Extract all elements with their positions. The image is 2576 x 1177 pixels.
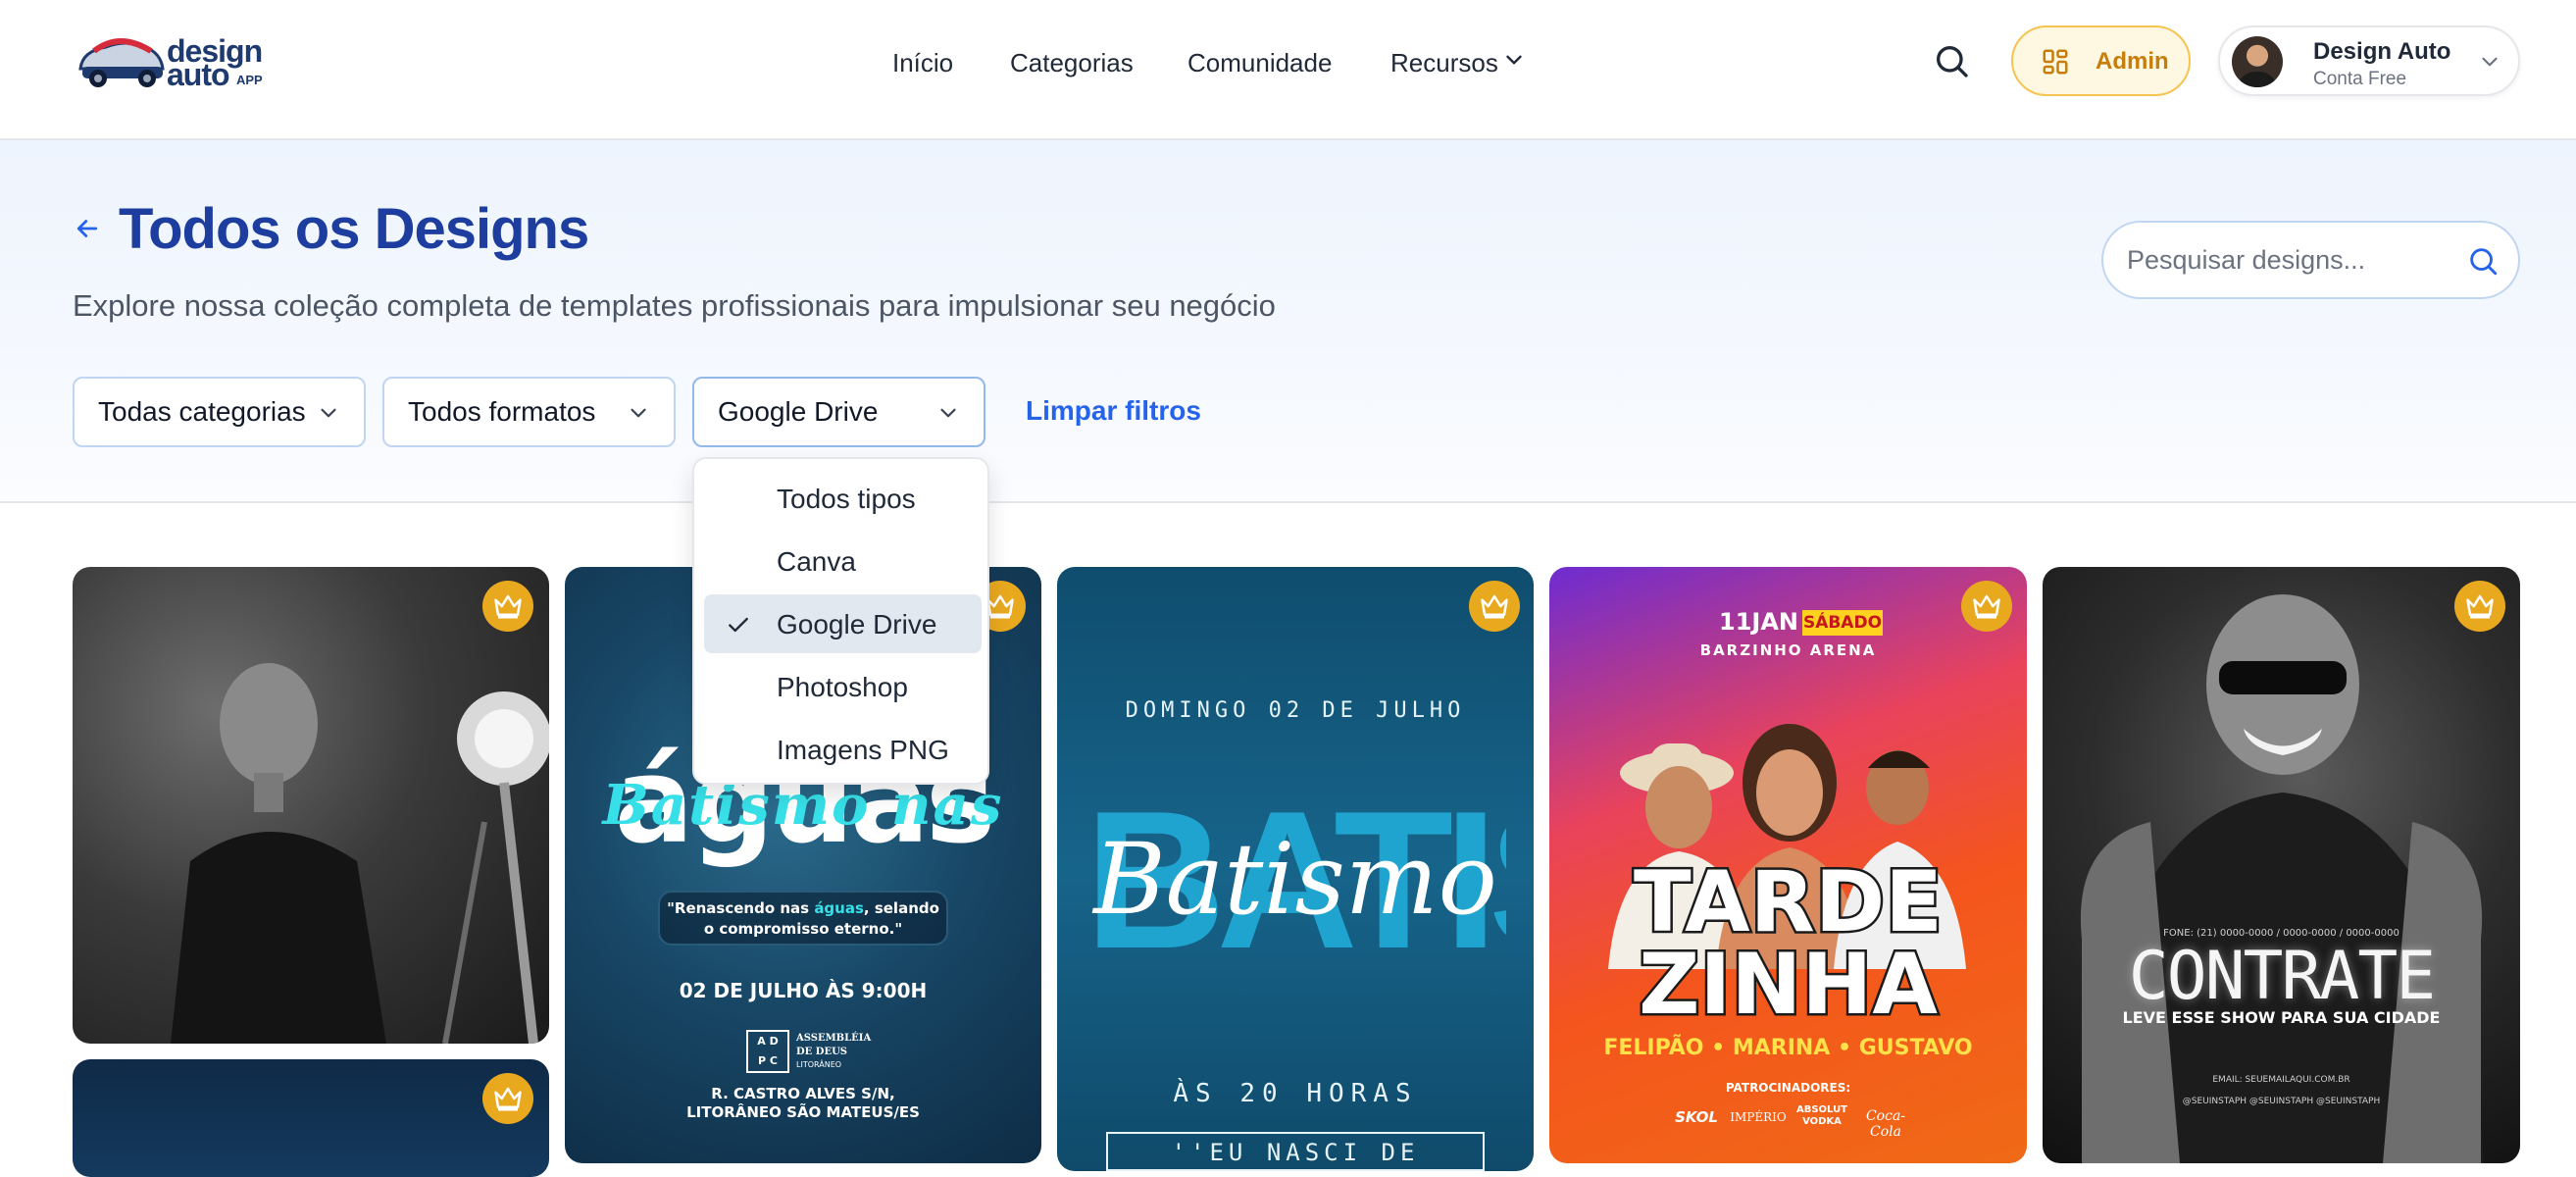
type-filter-value: Google Drive (718, 396, 879, 427)
type-filter-dropdown: Todos tipos Canva Google Drive Photoshop… (692, 457, 989, 785)
chevron-down-icon[interactable] (1501, 47, 1527, 73)
header-search-button[interactable] (1932, 41, 1971, 80)
card-script-title: Batismo (1093, 822, 1497, 937)
card-headline-line1: TARDE (1632, 853, 1945, 951)
clear-filters-link[interactable]: Limpar filtros (1026, 395, 1201, 427)
option-label: Google Drive (777, 609, 937, 640)
dropdown-option-canva[interactable]: Canva (704, 532, 982, 590)
crown-icon (494, 1087, 522, 1111)
church-subtitle: LITORÂNEO (796, 1060, 842, 1069)
card-date: 02 DE JULHO ÀS 9:00H (679, 979, 928, 1002)
card-time: ÀS 20 HORAS (1173, 1079, 1418, 1108)
crown-icon (986, 594, 1014, 619)
search-icon (1937, 46, 1968, 77)
sponsor-logo: ABSOLUT VODKA (1795, 1104, 1848, 1127)
card-email: EMAIL: SEUEMAILAQUI.COM.BR (2212, 1075, 2350, 1085)
card-headline-line2: ZINHA (1637, 936, 1941, 1034)
card-date: 11JAN (1719, 608, 1798, 636)
user-plan: Conta Free (2313, 69, 2407, 89)
check-icon (729, 617, 748, 633)
search-icon[interactable] (2466, 244, 2500, 278)
design-card[interactable]: DOMINGO 02 DE JULHO BATISMO Batismo ÀS 2… (1057, 567, 1534, 1171)
user-name: Design Auto (2313, 38, 2451, 65)
nav-link-categorias[interactable]: Categorias (1010, 43, 1134, 82)
card-social: @SEUINSTAPH @SEUINSTAPH @SEUINSTAPH (2182, 1097, 2381, 1106)
card-sponsors-label: PATROCINADORES: (1725, 1081, 1851, 1095)
premium-badge (1469, 581, 1520, 632)
card-venue: BARZINHO ARENA (1699, 641, 1877, 659)
brand-name-line2: auto (167, 57, 230, 92)
category-filter-value: Todas categorias (98, 396, 306, 427)
dropdown-option-google-drive[interactable]: Google Drive (704, 594, 982, 653)
nav-link-inicio[interactable]: Início (892, 43, 953, 82)
card-thumbnail-image (171, 663, 549, 1044)
car-logo-icon (78, 38, 165, 87)
card-day: SÁBADO (1802, 610, 1883, 636)
page-subtitle: Explore nossa coleção completa de templa… (73, 288, 1276, 323)
user-menu-button[interactable]: Design Auto Conta Free (2218, 26, 2520, 96)
admin-label: Admin (2096, 48, 2169, 75)
sponsor-logo: Coca-Cola (1865, 1108, 1906, 1140)
card-quote: "Renascendo nas águas, selando o compromi… (658, 891, 948, 946)
dashboard-icon (2043, 49, 2068, 75)
crown-icon (2466, 594, 2494, 619)
crown-icon (494, 594, 522, 619)
page-title: Todos os Designs (119, 197, 589, 261)
chevron-down-icon (321, 408, 336, 418)
card-artists: FELIPÃO • MARINA • GUSTAVO (1603, 1036, 1973, 1060)
chevron-down-icon (2482, 57, 2498, 67)
chevron-down-icon (940, 408, 956, 418)
design-card[interactable] (73, 567, 549, 1044)
format-filter-select[interactable]: Todos formatos (382, 377, 676, 447)
chevron-down-icon (631, 408, 646, 418)
crown-icon (1973, 594, 2000, 619)
card-subtitle: LEVE ESSE SHOW PARA SUA CIDADE (2122, 1008, 2441, 1027)
nav-link-comunidade[interactable]: Comunidade (1187, 43, 1332, 82)
design-card[interactable]: FONE: (21) 0000-0000 / 0000-0000 / 0000-… (2043, 567, 2520, 1163)
card-quote: ''EU NASCI DE NOVO'' (1106, 1132, 1485, 1171)
premium-badge (482, 1073, 533, 1124)
premium-badge (1961, 581, 2012, 632)
brand-logo[interactable]: design auto APP (76, 29, 263, 94)
top-navbar: design auto APP Início Categorias Comuni… (0, 0, 2576, 140)
option-label: Todos tipos (777, 484, 916, 514)
premium-badge (2454, 581, 2505, 632)
card-date: DOMINGO 02 DE JULHO (1125, 698, 1466, 723)
dropdown-option-todos-tipos[interactable]: Todos tipos (704, 469, 982, 528)
option-label: Imagens PNG (777, 735, 949, 765)
search-input[interactable] (2127, 242, 2450, 278)
brand-suffix: APP (236, 73, 263, 87)
dropdown-option-imagens-png[interactable]: Imagens PNG (704, 720, 982, 779)
nav-link-recursos[interactable]: Recursos (1390, 43, 1498, 82)
admin-button[interactable]: Admin (2011, 26, 2191, 96)
design-search-field[interactable] (2101, 221, 2520, 299)
category-filter-select[interactable]: Todas categorias (73, 377, 366, 447)
type-filter-select[interactable]: Google Drive (692, 377, 985, 447)
dropdown-option-photoshop[interactable]: Photoshop (704, 657, 982, 716)
card-headline: CONTRATE (2128, 938, 2437, 1015)
church-logo-icon: A DP C (746, 1030, 789, 1073)
option-label: Canva (777, 546, 856, 577)
sponsor-logo: SKOL (1675, 1108, 1718, 1126)
design-card[interactable] (73, 1059, 549, 1177)
church-name: ASSEMBLÉIA DE DEUS (796, 1033, 872, 1057)
format-filter-value: Todos formatos (408, 396, 596, 427)
premium-badge (482, 581, 533, 632)
card-address-line2: LITORÂNEO SÃO MATEUS/ES (686, 1103, 920, 1121)
avatar (2232, 36, 2283, 87)
card-address-line1: R. CASTRO ALVES S/N, (711, 1085, 895, 1102)
card-artist-photo (2080, 594, 2484, 1163)
arrow-left-icon[interactable] (73, 214, 102, 243)
design-card[interactable]: 11JAN SÁBADO BARZINHO ARENA TARDE ZINHA … (1549, 567, 2027, 1163)
option-label: Photoshop (777, 672, 908, 702)
crown-icon (1481, 594, 1508, 619)
sponsor-logo: IMPÉRIO (1730, 1110, 1787, 1124)
